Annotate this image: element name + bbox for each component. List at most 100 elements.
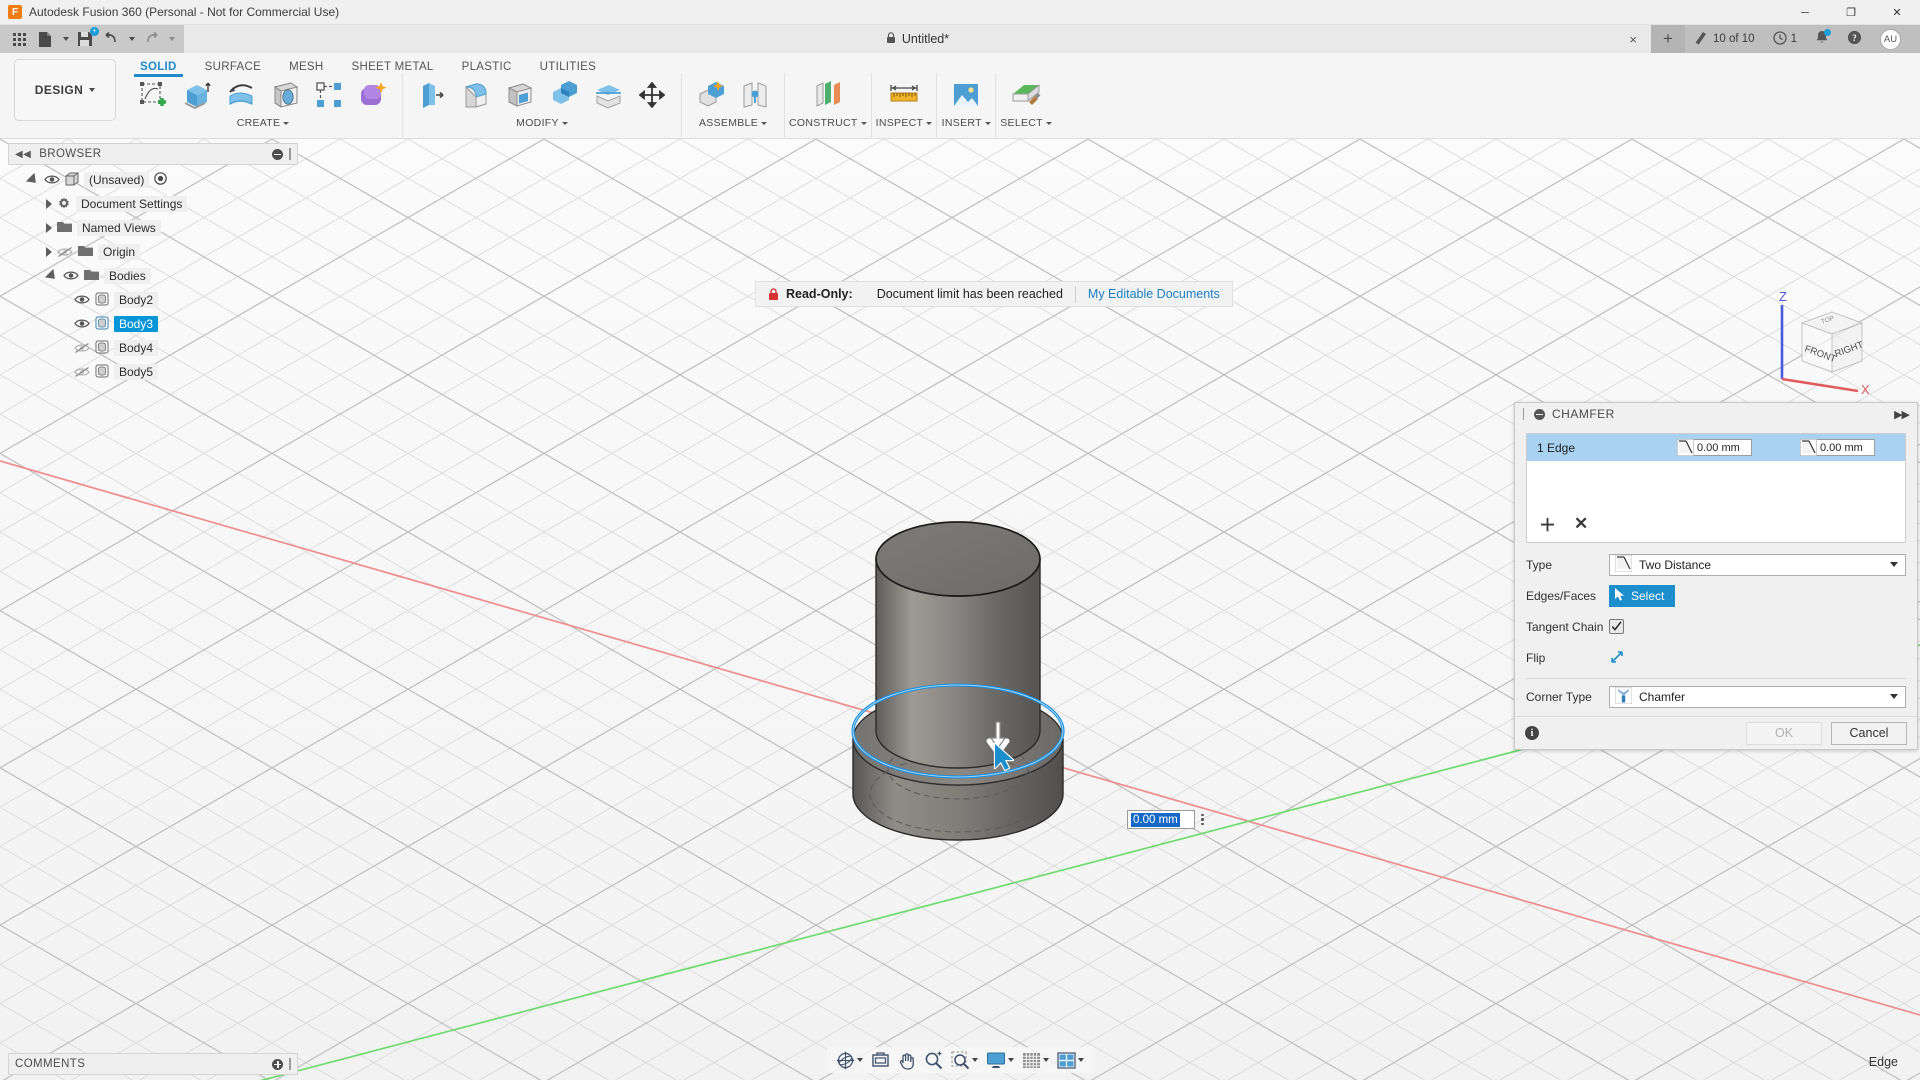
account-avatar[interactable]: AU: [1871, 29, 1910, 50]
expander-expanded-icon[interactable]: [45, 269, 59, 283]
new-document-dropdown[interactable]: [58, 28, 72, 50]
activate-component-radio[interactable]: [154, 172, 167, 188]
panel-grip[interactable]: [289, 148, 291, 160]
extrude-button[interactable]: [176, 75, 218, 115]
tangent-chain-checkbox[interactable]: [1609, 619, 1624, 634]
close-window-button[interactable]: ✕: [1874, 0, 1920, 25]
document-tab[interactable]: Untitled* ×: [184, 25, 1651, 53]
pan-button[interactable]: [895, 1048, 919, 1072]
tab-sheet-metal[interactable]: SHEET METAL: [338, 61, 448, 73]
visibility-eye-hidden-icon[interactable]: [57, 246, 73, 258]
info-icon[interactable]: i: [1525, 726, 1539, 740]
ok-button[interactable]: OK: [1746, 722, 1822, 745]
editable-documents-link[interactable]: My Editable Documents: [1076, 287, 1232, 301]
redo-dropdown[interactable]: [164, 28, 178, 50]
tree-item-body5[interactable]: Body5: [8, 360, 298, 384]
tree-item-body2[interactable]: Body2: [8, 288, 298, 312]
visibility-eye-hidden-icon[interactable]: [74, 366, 90, 378]
look-at-button[interactable]: [868, 1048, 893, 1072]
tree-item-document-settings[interactable]: Document Settings: [8, 192, 298, 216]
tab-surface[interactable]: SURFACE: [191, 61, 275, 73]
panel-assemble-title[interactable]: ASSEMBLE: [686, 115, 780, 131]
chamfer-distance-one-input[interactable]: 0.00 mm: [1694, 439, 1752, 456]
viewports-button[interactable]: [1054, 1048, 1087, 1072]
flip-arrow-icon[interactable]: [1609, 648, 1626, 668]
hole-button[interactable]: [264, 75, 306, 115]
tree-item-body3[interactable]: Body3: [8, 312, 298, 336]
tree-item-bodies[interactable]: Bodies: [8, 264, 298, 288]
split-face-button[interactable]: [587, 75, 629, 115]
visibility-eye-icon[interactable]: [44, 174, 60, 186]
tree-item-origin[interactable]: Origin: [8, 240, 298, 264]
grid-snaps-button[interactable]: [1019, 1048, 1052, 1072]
zoom-window-button[interactable]: [948, 1048, 981, 1072]
redo-icon[interactable]: [138, 28, 164, 50]
visibility-eye-hidden-icon[interactable]: [74, 342, 90, 354]
collapse-left-icon[interactable]: ◀◀: [15, 149, 31, 160]
measure-button[interactable]: [883, 75, 925, 115]
tab-solid[interactable]: SOLID: [126, 61, 191, 73]
panel-modify-title[interactable]: MODIFY: [407, 115, 677, 131]
new-component-button[interactable]: [690, 75, 732, 115]
visibility-eye-icon[interactable]: [63, 270, 79, 282]
panel-inspect-title[interactable]: INSPECT: [876, 115, 933, 131]
expander-expanded-icon[interactable]: [26, 173, 40, 187]
rectangular-pattern-button[interactable]: [308, 75, 350, 115]
visibility-eye-icon[interactable]: [74, 294, 90, 306]
panel-create-title[interactable]: CREATE: [128, 115, 398, 131]
chamfer-distance-one[interactable]: 0.00 mm: [1677, 439, 1752, 456]
form-button[interactable]: [352, 75, 394, 115]
shell-button[interactable]: [499, 75, 541, 115]
combine-button[interactable]: [543, 75, 585, 115]
close-document-icon[interactable]: ×: [1629, 32, 1637, 47]
kebab-menu-icon[interactable]: [1201, 814, 1204, 826]
panel-insert-title[interactable]: INSERT: [941, 115, 991, 131]
minimize-icon[interactable]: [272, 149, 283, 160]
offset-plane-button[interactable]: [807, 75, 849, 115]
press-pull-button[interactable]: [411, 75, 453, 115]
workspace-switcher[interactable]: DESIGN: [14, 59, 116, 121]
tree-item-body4[interactable]: Body4: [8, 336, 298, 360]
visibility-eye-icon[interactable]: [74, 318, 90, 330]
maximize-window-button[interactable]: ❐: [1828, 0, 1874, 25]
minimize-window-button[interactable]: ─: [1782, 0, 1828, 25]
chamfer-type-dropdown[interactable]: Two Distance: [1609, 554, 1906, 576]
tab-plastic[interactable]: PLASTIC: [448, 61, 526, 73]
history-indicator[interactable]: 1: [1764, 31, 1806, 48]
orbit-button[interactable]: [833, 1048, 866, 1072]
chamfer-selection-row[interactable]: 1 Edge 0.00 mm 0.00 mm: [1527, 434, 1905, 461]
remove-selection-button[interactable]: ✕: [1574, 514, 1588, 534]
tab-mesh[interactable]: MESH: [275, 61, 337, 73]
add-selection-button[interactable]: ＋: [1539, 511, 1556, 536]
chamfer-distance-two[interactable]: 0.00 mm: [1800, 439, 1875, 456]
cancel-button[interactable]: Cancel: [1831, 722, 1907, 745]
fillet-button[interactable]: [455, 75, 497, 115]
minimize-circle-icon[interactable]: [1534, 409, 1545, 420]
app-grid-icon[interactable]: [6, 28, 32, 50]
new-document-tab-button[interactable]: +: [1651, 25, 1685, 53]
chamfer-select-button[interactable]: Select: [1609, 585, 1675, 607]
display-settings-button[interactable]: [983, 1048, 1017, 1072]
undo-dropdown[interactable]: [124, 28, 138, 50]
chamfer-distance-two-input[interactable]: 0.00 mm: [1817, 439, 1875, 456]
joint-button[interactable]: [734, 75, 776, 115]
panel-select-title[interactable]: SELECT: [1000, 115, 1052, 131]
chamfer-corner-type-dropdown[interactable]: Chamfer: [1609, 686, 1906, 708]
create-sketch-button[interactable]: [132, 75, 174, 115]
notifications-button[interactable]: [1806, 30, 1838, 48]
panel-grip[interactable]: [289, 1058, 291, 1070]
help-button[interactable]: ?: [1838, 30, 1871, 48]
job-status-indicator[interactable]: 10 of 10: [1685, 30, 1764, 48]
revolve-button[interactable]: [220, 75, 262, 115]
dialog-grip[interactable]: [1523, 408, 1527, 420]
tree-item-unsaved[interactable]: (Unsaved): [8, 168, 298, 192]
tab-utilities[interactable]: UTILITIES: [526, 61, 610, 73]
panel-construct-title[interactable]: CONSTRUCT: [789, 115, 867, 131]
add-comment-icon[interactable]: [272, 1059, 283, 1070]
expander-collapsed-icon[interactable]: [46, 247, 52, 257]
modeling-canvas-area[interactable]: ◀◀ BROWSER (Unsaved): [0, 139, 1920, 1080]
zoom-button[interactable]: [921, 1048, 946, 1072]
expander-collapsed-icon[interactable]: [46, 223, 52, 233]
expand-right-icon[interactable]: ▶▶: [1894, 408, 1909, 421]
tree-item-named-views[interactable]: Named Views: [8, 216, 298, 240]
